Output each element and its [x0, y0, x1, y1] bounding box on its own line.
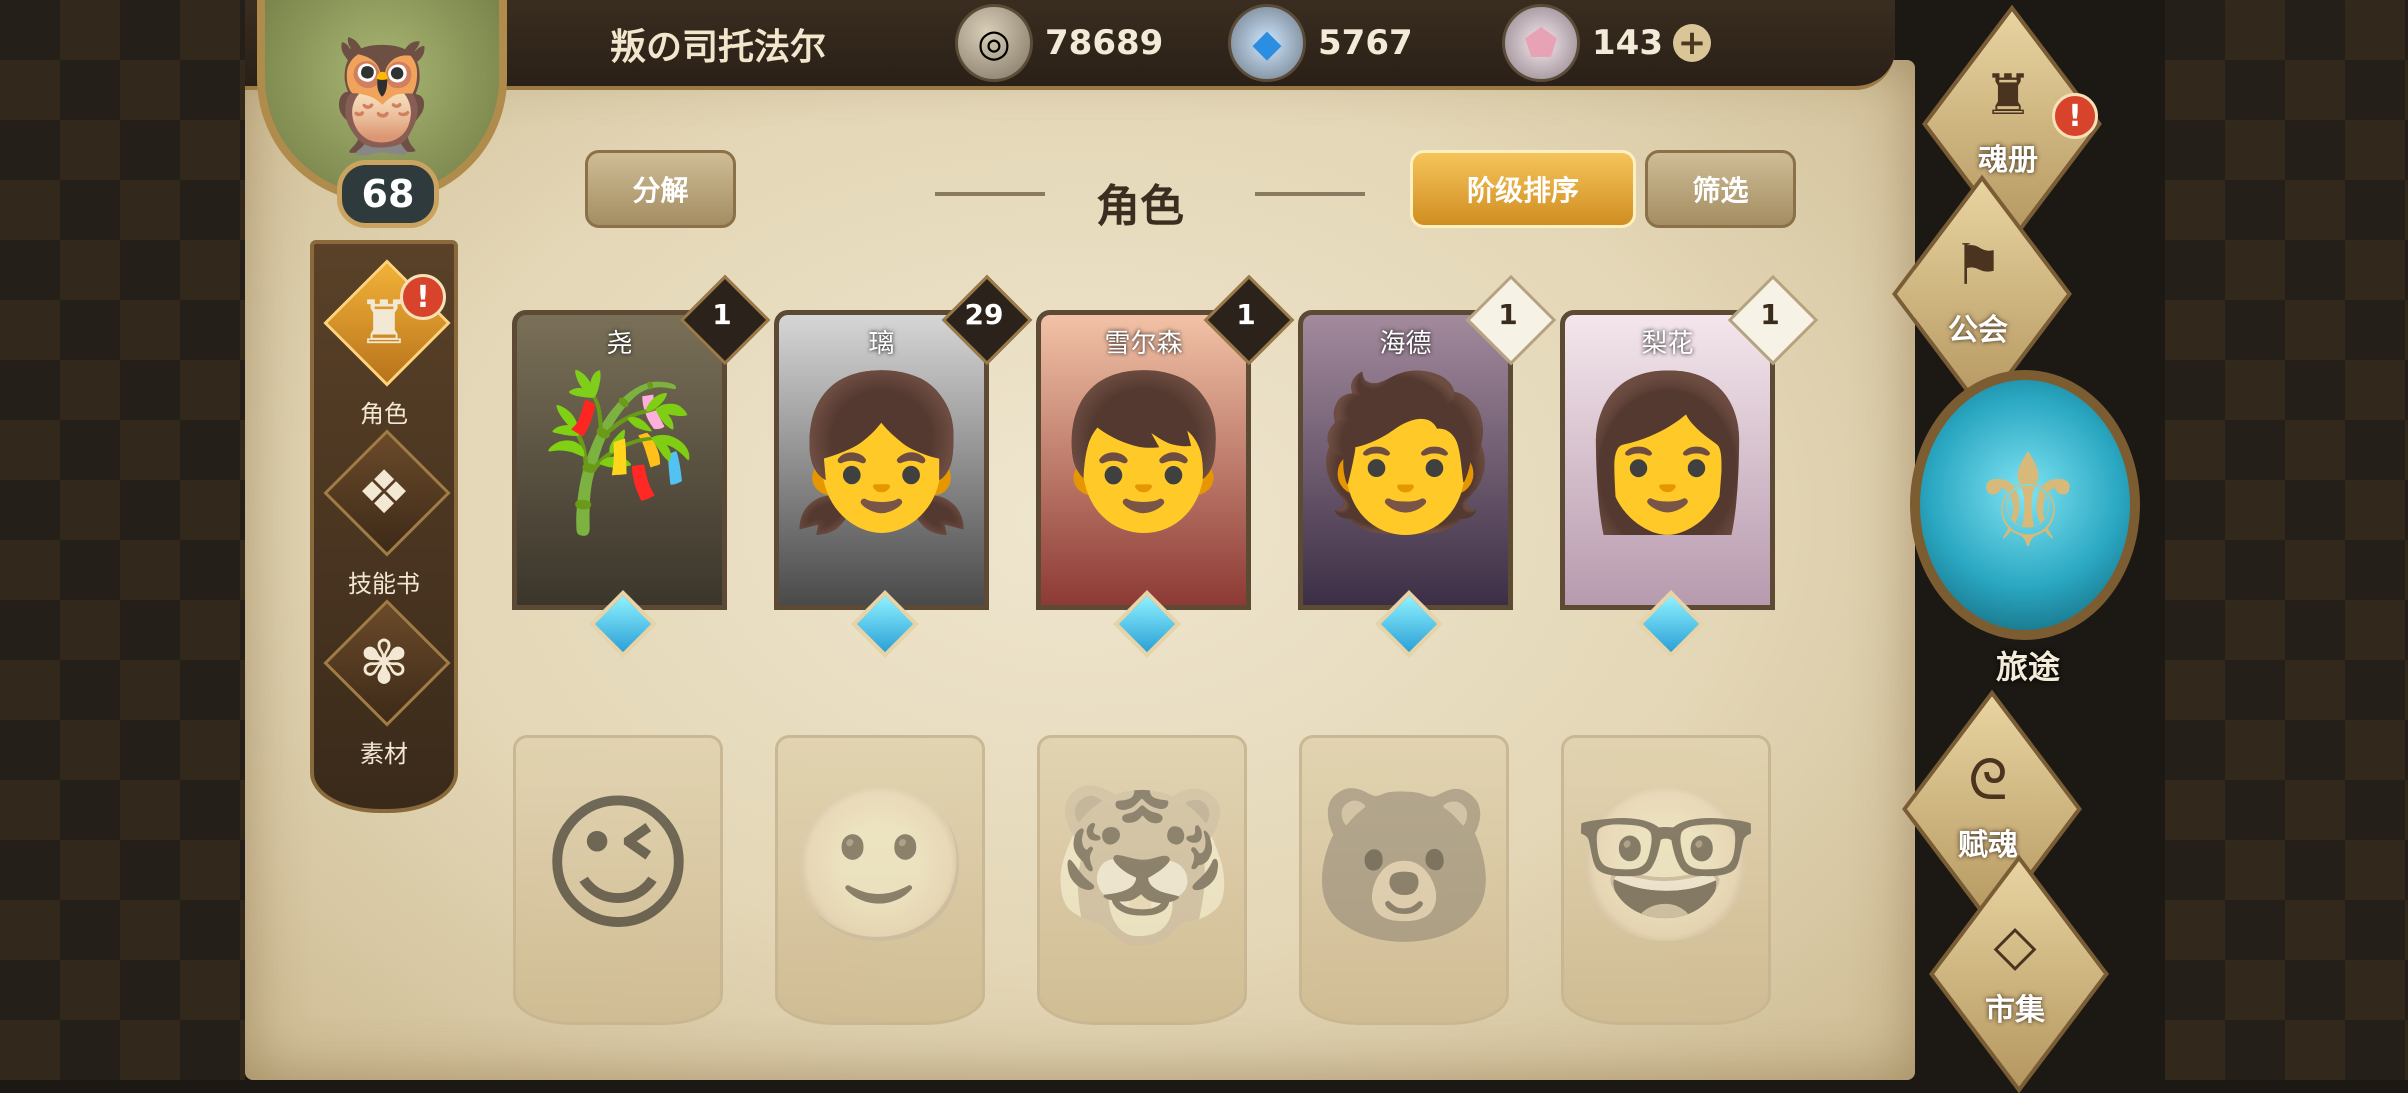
character-card[interactable]: 🧑 海德 — [1298, 310, 1513, 610]
character-figure-icon: 👦 — [1050, 366, 1237, 540]
crystal-value: 5767 — [1318, 23, 1413, 63]
character-count: 29 — [964, 298, 1004, 331]
crystal-currency[interactable]: ◆ 5767 — [1228, 4, 1413, 82]
character-figure-icon: 🎋 — [526, 366, 713, 540]
material-icon: ✾ — [358, 628, 410, 698]
gold-value: 78689 — [1045, 23, 1164, 63]
left-nav: ♜ 角色 ! ❖ 技能书 ✾ 素材 — [310, 240, 458, 813]
player-level-badge: 68 — [337, 160, 439, 228]
trident-emblem-icon: ⚜ — [1969, 425, 2087, 577]
nav-item-characters[interactable]: ♜ 角色 ! — [314, 259, 454, 432]
character-card[interactable]: 👦 雪尔森 — [1036, 310, 1251, 610]
journey-label: 旅途 — [1995, 648, 2060, 686]
glasses-boy-silhouette-icon: 🤓 — [1572, 779, 1760, 953]
locked-character-card[interactable]: 🙂 — [775, 735, 985, 1025]
character-count: 1 — [712, 298, 732, 331]
player-avatar[interactable]: 🦉 68 — [245, 0, 520, 240]
player-name: 叛の司托法尔 — [610, 27, 827, 68]
locked-character-card[interactable]: 🤓 — [1561, 735, 1771, 1025]
character-figure-icon: 👧 — [788, 366, 975, 540]
locked-character-card[interactable]: 😉 — [513, 735, 723, 1025]
gem-currency[interactable]: ⬟ 143 + — [1502, 4, 1711, 82]
section-title: 角色 — [1096, 181, 1184, 232]
nav-label-materials: 素材 — [360, 740, 408, 768]
nav-item-materials[interactable]: ✾ 素材 — [314, 599, 454, 772]
character-card[interactable]: 👩 梨花 — [1560, 310, 1775, 610]
diamond-gem-icon: ◇ — [1993, 913, 2037, 978]
market-label: 市集 — [1985, 993, 2045, 1028]
pink-gem-icon: ⬟ — [1502, 4, 1580, 82]
rank-sort-button[interactable]: 阶级排序 — [1410, 150, 1636, 228]
nav-item-skill-books[interactable]: ❖ 技能书 — [314, 429, 454, 602]
maid-girl-silhouette-icon: 😉 — [539, 778, 697, 952]
market-button[interactable]: ◇ 市集 — [1895, 854, 2135, 1093]
guild-button[interactable]: ⚑ 公会 — [1858, 174, 2098, 414]
gem-value: 143 — [1592, 23, 1663, 63]
soul-flame-icon: ᘓ — [1968, 748, 2008, 813]
nav-label-skill-books: 技能书 — [348, 570, 420, 598]
guild-label: 公会 — [1948, 313, 2008, 348]
filter-button[interactable]: 筛选 — [1645, 150, 1796, 228]
skill-book-icon: ❖ — [357, 458, 411, 528]
character-count: 1 — [1236, 298, 1256, 331]
alert-icon: ! — [400, 274, 446, 320]
locked-character-card[interactable]: 🐯 — [1037, 735, 1247, 1025]
character-card[interactable]: 👧 璃 — [774, 310, 989, 610]
locked-character-card[interactable]: 🐻 — [1299, 735, 1509, 1025]
blue-crystal-icon: ◆ — [1228, 4, 1306, 82]
gold-coin-icon: ◎ — [955, 4, 1033, 82]
tiger-silhouette-icon: 🐯 — [1048, 779, 1236, 953]
soul-book-label: 魂册 — [1978, 143, 2038, 178]
boy-silhouette-icon: 🙂 — [786, 779, 974, 953]
alert-icon: ! — [2052, 93, 2098, 139]
soul-book-button[interactable]: ♜ 魂册 ! — [1888, 4, 2128, 244]
character-card[interactable]: 🎋 尧 — [512, 310, 727, 610]
right-background — [2165, 0, 2408, 1080]
title-ornament-right — [1255, 192, 1365, 196]
decompose-button[interactable]: 分解 — [585, 150, 736, 228]
left-background — [0, 0, 245, 1080]
guild-banner-icon: ⚑ — [1952, 233, 2004, 298]
add-gem-button[interactable]: + — [1672, 24, 1711, 62]
journey-button[interactable]: ⚜ 旅途 — [1908, 350, 2148, 700]
character-figure-icon: 👩 — [1574, 366, 1761, 540]
title-ornament-left — [935, 192, 1045, 196]
endow-soul-label: 赋魂 — [1958, 828, 2018, 863]
bear-silhouette-icon: 🐻 — [1310, 779, 1498, 953]
character-count: 1 — [1760, 298, 1780, 331]
endow-soul-button[interactable]: ᘓ 赋魂 — [1868, 689, 2108, 929]
character-count: 1 — [1498, 298, 1518, 331]
gold-currency[interactable]: ◎ 78689 — [955, 4, 1164, 82]
nav-label-characters: 角色 — [360, 400, 408, 428]
character-figure-icon: 🧑 — [1312, 366, 1499, 540]
